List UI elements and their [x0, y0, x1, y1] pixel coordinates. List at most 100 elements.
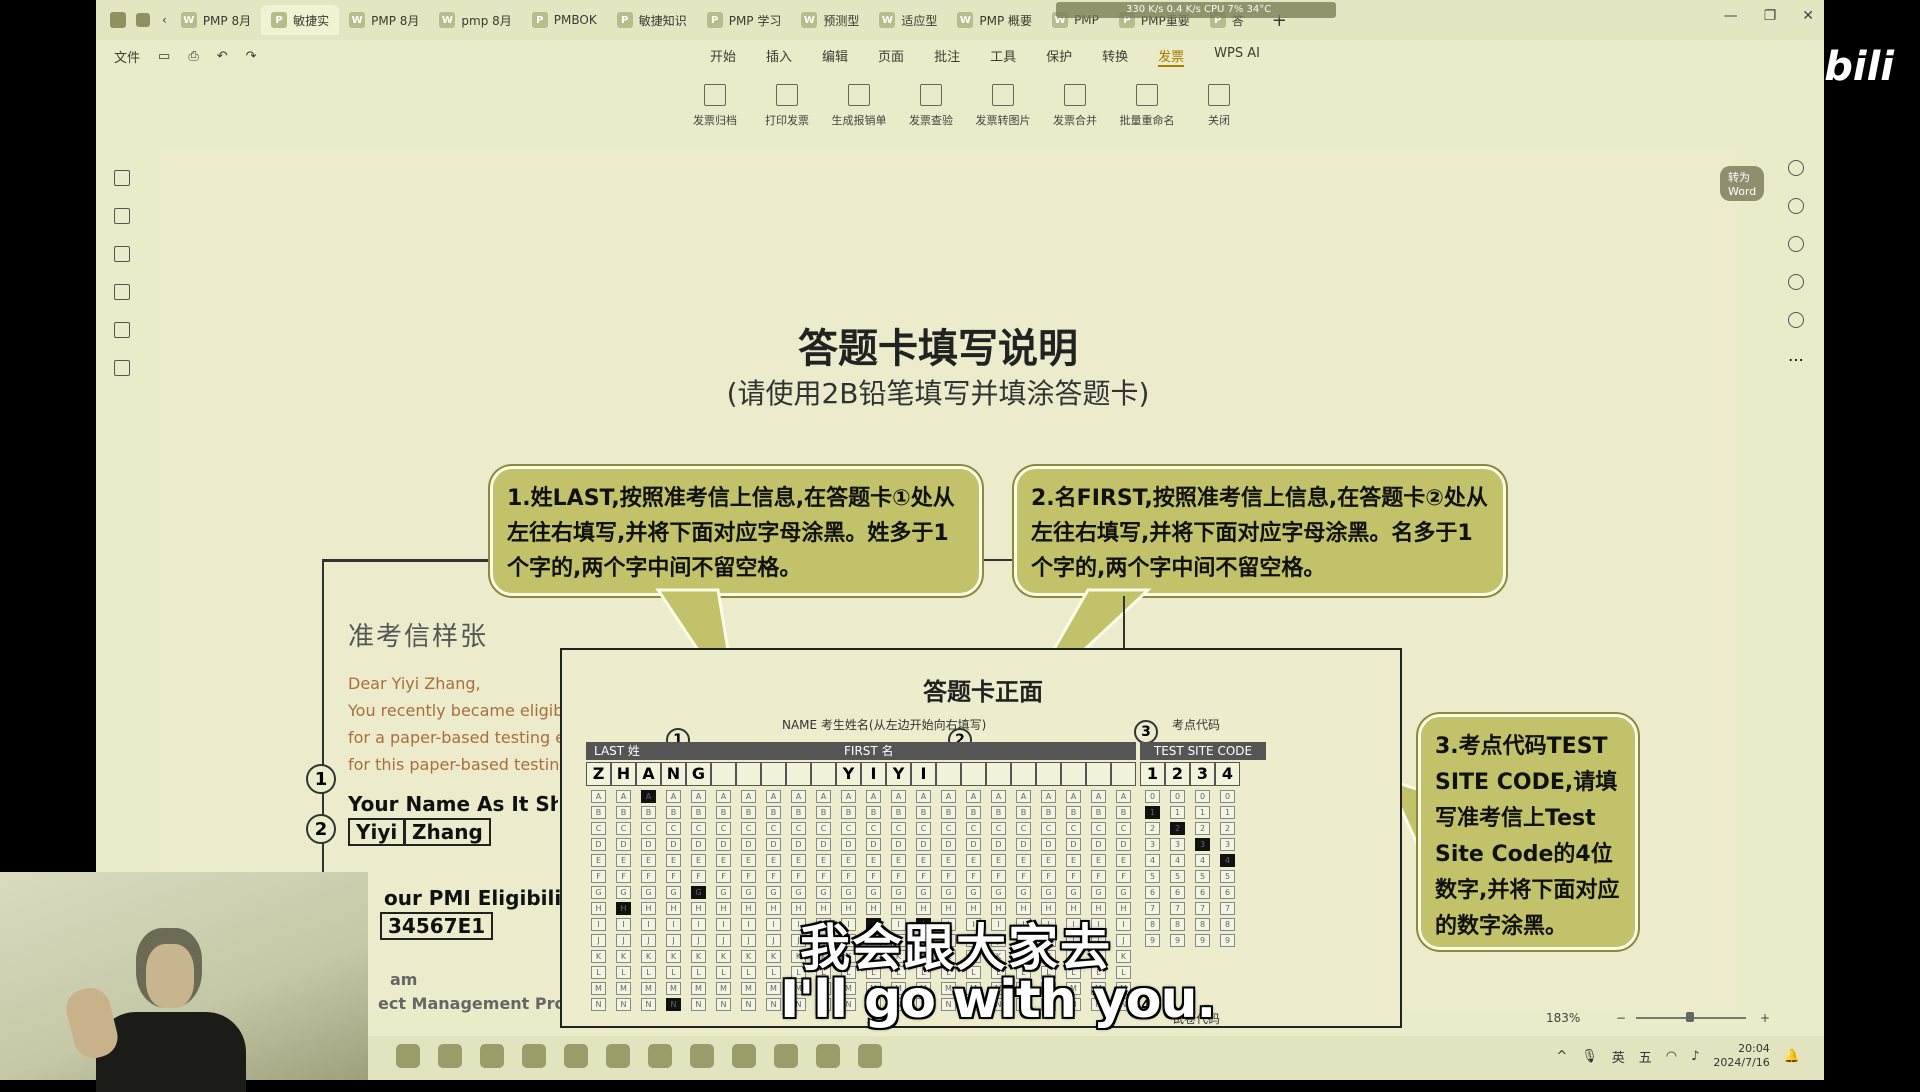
chevron-up-icon[interactable]: ^ [1556, 1049, 1567, 1064]
tab-4[interactable]: P PMBOK [522, 5, 607, 35]
tab-5[interactable]: P 敏捷知识 [607, 5, 697, 35]
more-icon[interactable]: ⋯ [1788, 350, 1804, 369]
answer-bubble: 3 [1195, 838, 1210, 851]
help-icon[interactable] [1788, 312, 1804, 328]
answer-bubble: L [591, 966, 606, 979]
tab-3[interactable]: Wpmp 8月 [429, 5, 521, 35]
layers-icon[interactable] [114, 360, 130, 376]
print-icon[interactable]: ⎙ [188, 49, 198, 64]
menu-item-1[interactable]: 插入 [766, 46, 792, 67]
bird-icon[interactable] [480, 1044, 504, 1068]
tab-6[interactable]: P PMP 学习 [697, 5, 792, 35]
translate-icon[interactable] [1788, 198, 1804, 214]
answer-bubble: J [1116, 934, 1131, 947]
app-icon[interactable] [648, 1044, 672, 1068]
comment-icon[interactable] [114, 246, 130, 262]
notification-icon[interactable]: 🔔 [1784, 1049, 1800, 1064]
menu-item-4[interactable]: 批注 [934, 46, 960, 67]
mic-icon[interactable]: 🎙 [1581, 1049, 1598, 1064]
ribbon-button-0[interactable]: 发票归档 [686, 84, 744, 128]
edge-icon[interactable] [564, 1044, 588, 1068]
chat-icon[interactable] [522, 1044, 546, 1068]
refresh-app-icon[interactable] [732, 1044, 756, 1068]
tab-1[interactable]: P 敏捷实 [261, 5, 340, 35]
settings-icon[interactable] [1788, 236, 1804, 252]
ribbon-label: 发票转图片 [975, 114, 1031, 127]
answer-bubble: G [591, 886, 606, 899]
menu-item-9[interactable]: WPS AI [1214, 46, 1260, 67]
answer-bubble: E [1041, 854, 1056, 867]
tab-2[interactable]: W PMP 8月 [339, 5, 429, 35]
ribbon-button-5[interactable]: 发票合并 [1046, 84, 1104, 128]
wifi-icon[interactable]: ◠ [1666, 1049, 1677, 1064]
menu-item-7[interactable]: 转换 [1102, 46, 1128, 67]
menu-item-5[interactable]: 工具 [990, 46, 1016, 67]
answer-bubble: 9 [1220, 934, 1235, 947]
apple-icon[interactable] [396, 1044, 420, 1068]
menu-item-2[interactable]: 编辑 [822, 46, 848, 67]
thumbnail-icon[interactable] [114, 208, 130, 224]
menu-item-8[interactable]: 发票 [1158, 46, 1185, 67]
answer-bubble: 9 [1145, 934, 1160, 947]
answer-bubble: E [666, 854, 681, 867]
answer-bubble: 8 [1195, 918, 1210, 931]
ribbon-button-2[interactable]: 生成报销单 [830, 84, 888, 128]
restore-icon[interactable]: ❐ [1764, 8, 1777, 24]
bubble-column: 0 1 2 3 4 5 6 7 8 9 [1140, 790, 1165, 947]
answer-bubble: G [816, 886, 831, 899]
answer-bubble: F [741, 870, 756, 883]
answer-bubble: 2 [1145, 822, 1160, 835]
ribbon-button-6[interactable]: 批量重命名 [1118, 84, 1176, 128]
ribbon-button-1[interactable]: 打印发票 [758, 84, 816, 128]
letter-box [936, 762, 961, 786]
tab-7[interactable]: W 预测型 [791, 5, 869, 35]
folder-icon[interactable] [438, 1044, 462, 1068]
answer-bubble: A [841, 790, 856, 803]
answer-bubble: G [666, 886, 681, 899]
menu-item-3[interactable]: 页面 [878, 46, 904, 67]
tab-9[interactable]: W PMP 概要 [947, 5, 1042, 35]
zoom-level[interactable]: 183% [1546, 1011, 1580, 1025]
zoom-out-icon[interactable]: − [1616, 1011, 1626, 1025]
clock[interactable]: 20:04 2024/7/16 [1713, 1042, 1769, 1070]
home-icon[interactable] [136, 13, 150, 27]
answer-bubble: 7 [1220, 902, 1235, 915]
search-icon[interactable] [1788, 160, 1804, 176]
menu-item-6[interactable]: 保护 [1046, 46, 1072, 67]
bubble-column: ABCDEFGHIJKLMN [586, 790, 611, 1011]
wps-logo-icon[interactable] [110, 12, 126, 28]
redo-icon[interactable]: ↷ [246, 49, 257, 64]
wps-icon[interactable] [690, 1044, 714, 1068]
chevron-left-icon[interactable]: ‹ [162, 13, 167, 27]
music-icon[interactable] [774, 1044, 798, 1068]
menu-item-0[interactable]: 开始 [710, 46, 736, 67]
tab-0[interactable]: W PMP 8月 [171, 5, 261, 35]
open-icon[interactable]: ▭ [158, 49, 170, 64]
undo-icon[interactable]: ↶ [217, 49, 228, 64]
name-label: Your Name As It Sho [348, 792, 558, 816]
read-icon[interactable] [1788, 274, 1804, 290]
answer-bubble: A [1041, 790, 1056, 803]
answer-bubble: A [741, 790, 756, 803]
chrome-icon[interactable] [606, 1044, 630, 1068]
volume-icon[interactable]: ♪ [1691, 1049, 1699, 1064]
ribbon-button-3[interactable]: 发票查验 [902, 84, 960, 128]
tab-8[interactable]: W 适应型 [869, 5, 947, 35]
subtitle-en: I'll go with you. [780, 970, 1216, 1030]
close-icon[interactable]: ✕ [1802, 8, 1814, 24]
signature-icon[interactable] [114, 322, 130, 338]
answer-bubble: 6 [1220, 886, 1235, 899]
attachment-icon[interactable] [114, 284, 130, 300]
bookmark-icon[interactable] [114, 170, 130, 186]
zoom-slider-knob[interactable] [1686, 1012, 1694, 1022]
zoom-in-icon[interactable]: + [1760, 1011, 1770, 1025]
settings-app-icon[interactable] [858, 1044, 882, 1068]
presenter-face [146, 944, 194, 1008]
input-lang[interactable]: 英 [1612, 1047, 1625, 1066]
ribbon-button-7[interactable]: 关闭 [1190, 84, 1248, 128]
minimize-icon[interactable]: — [1724, 8, 1738, 24]
ime-mode[interactable]: 五 [1639, 1047, 1652, 1066]
game-icon[interactable] [816, 1044, 840, 1068]
ribbon-button-4[interactable]: 发票转图片 [974, 84, 1032, 128]
file-menu[interactable]: 文件 [114, 47, 140, 66]
